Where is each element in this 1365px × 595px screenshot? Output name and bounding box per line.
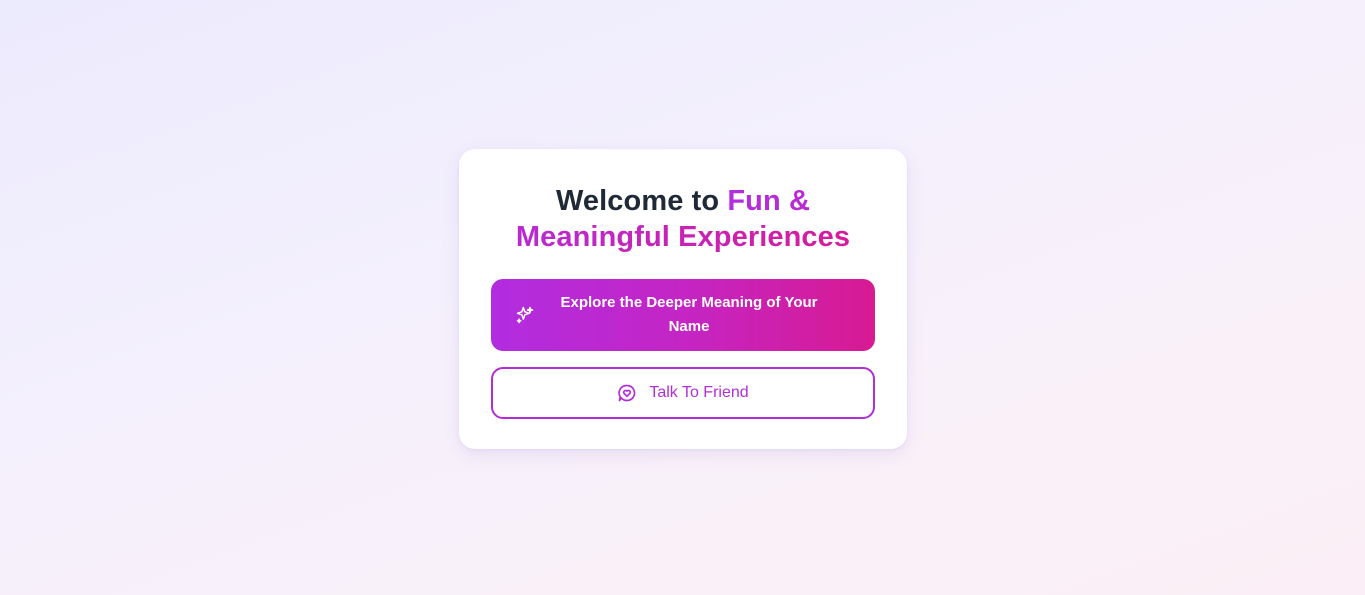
talk-to-friend-button[interactable]: Talk To Friend: [491, 367, 875, 419]
sparkles-icon: [515, 305, 535, 325]
title-prefix: Welcome to: [555, 185, 720, 217]
talk-button-label: Talk To Friend: [649, 384, 749, 401]
explore-button-label: Explore the Deeper Meaning of Your Name: [560, 294, 818, 335]
chat-heart-icon: [617, 383, 637, 403]
welcome-title: Welcome to Fun & Meaningful Experiences: [491, 183, 875, 255]
welcome-card: Welcome to Fun & Meaningful Experiences …: [459, 149, 907, 449]
explore-name-meaning-button[interactable]: Explore the Deeper Meaning of Your Name: [491, 279, 875, 351]
